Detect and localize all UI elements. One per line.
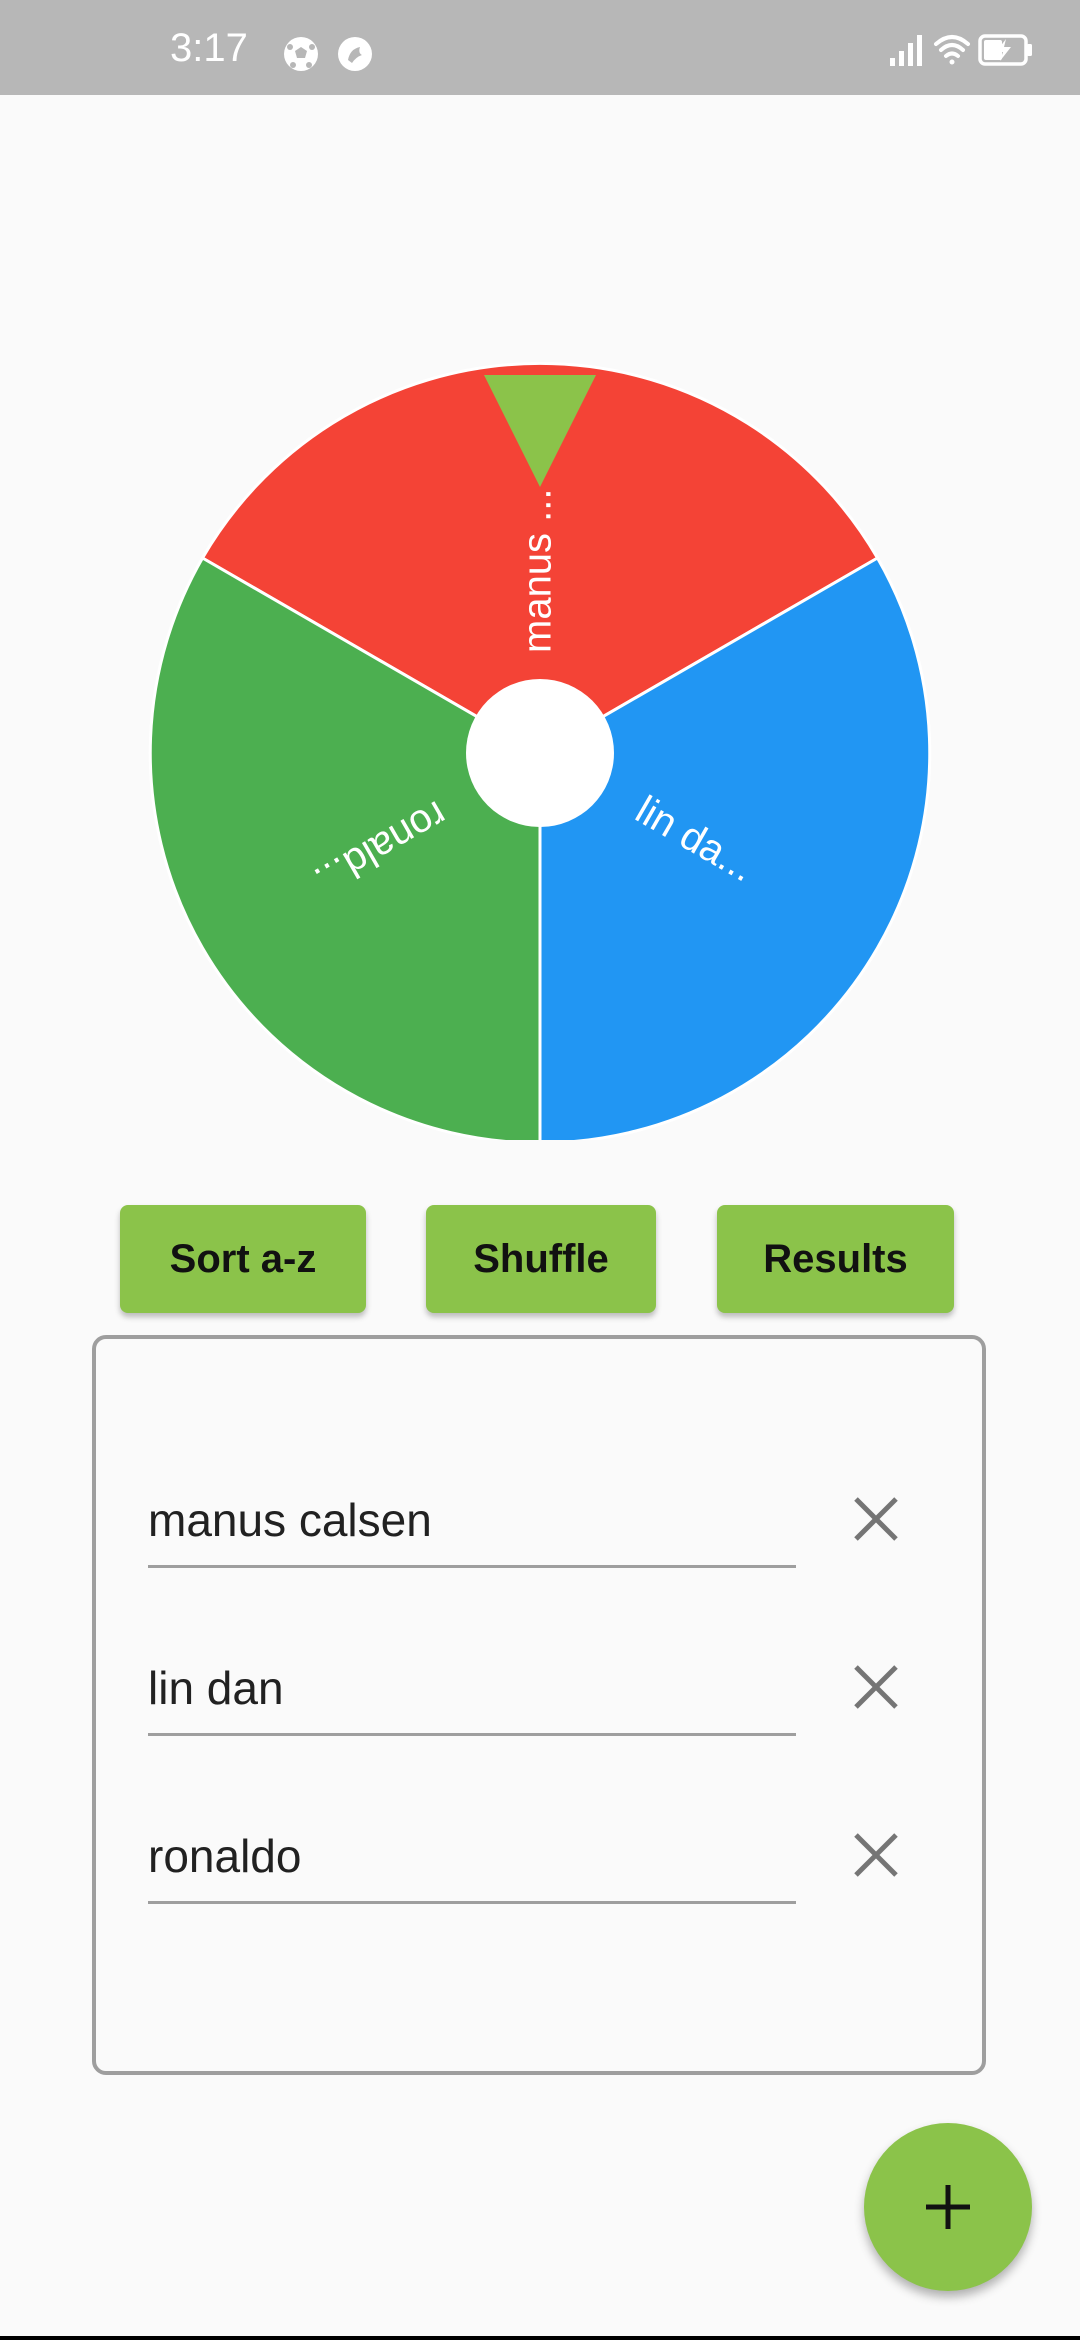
battery-charging-icon bbox=[978, 34, 1032, 66]
results-button[interactable]: Results bbox=[717, 1205, 954, 1313]
entry-row bbox=[148, 1781, 978, 1941]
entry-input[interactable] bbox=[148, 1475, 796, 1568]
shuffle-label: Shuffle bbox=[473, 1236, 609, 1281]
entry-row bbox=[148, 1613, 978, 1773]
status-time: 3:17 bbox=[170, 26, 248, 70]
spin-wheel[interactable]: manus ... lin da... ronald... bbox=[0, 360, 1080, 1140]
app-notification-icon bbox=[338, 37, 372, 71]
wheel-center-hub[interactable] bbox=[466, 679, 614, 827]
shuffle-button[interactable]: Shuffle bbox=[426, 1205, 656, 1313]
close-icon[interactable] bbox=[846, 1825, 906, 1885]
signal-icon bbox=[890, 35, 922, 66]
sort-az-label: Sort a-z bbox=[169, 1236, 317, 1281]
close-icon[interactable] bbox=[846, 1489, 906, 1549]
entry-input[interactable] bbox=[148, 1643, 796, 1736]
entry-input[interactable] bbox=[148, 1811, 796, 1904]
results-label: Results bbox=[763, 1236, 908, 1281]
wheel-label-manus: manus ... bbox=[516, 488, 560, 653]
soccer-ball-icon bbox=[284, 37, 318, 71]
status-right-icons bbox=[890, 30, 1040, 70]
add-entry-button[interactable] bbox=[864, 2123, 1032, 2291]
entry-row bbox=[148, 1445, 978, 1605]
navigation-bar bbox=[0, 2336, 1080, 2340]
plus-icon bbox=[926, 2185, 970, 2229]
wifi-icon bbox=[934, 35, 970, 65]
sort-az-button[interactable]: Sort a-z bbox=[120, 1205, 366, 1313]
status-bar: 3:17 bbox=[0, 0, 1080, 95]
entries-list bbox=[92, 1335, 986, 2075]
close-icon[interactable] bbox=[846, 1657, 906, 1717]
